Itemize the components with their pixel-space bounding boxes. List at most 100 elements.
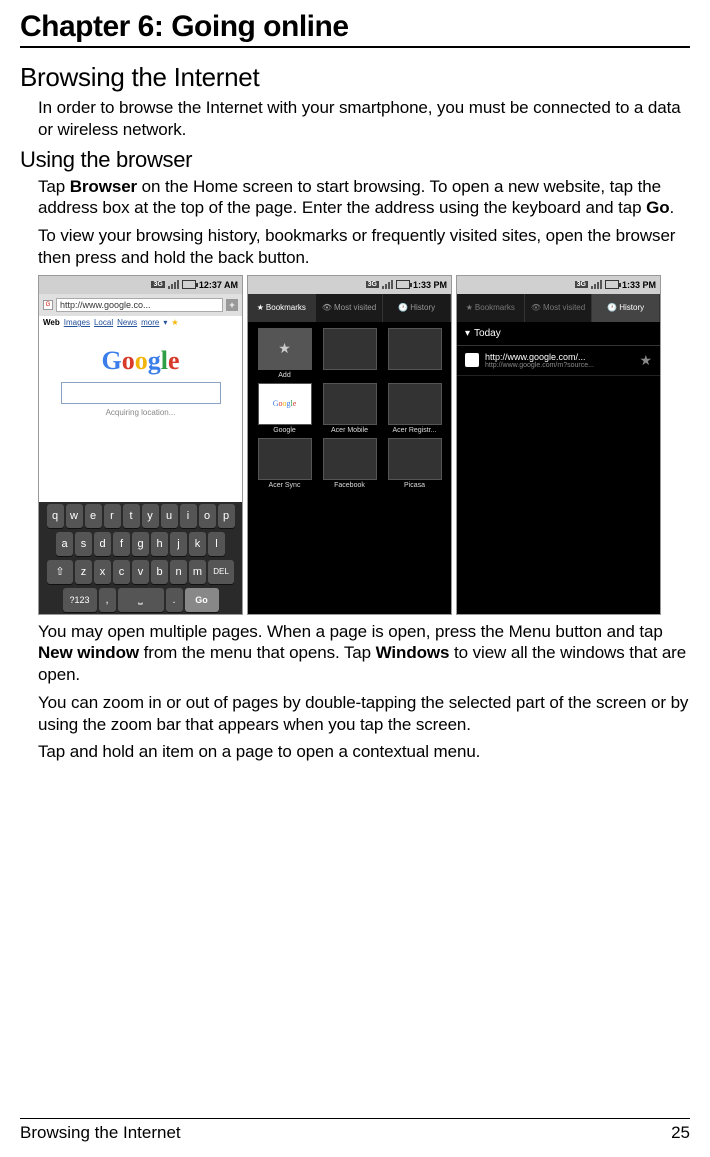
- history-item[interactable]: http://www.google.com/... http://www.goo…: [457, 346, 660, 376]
- key-shift[interactable]: ⇧: [47, 560, 73, 584]
- address-bar[interactable]: G http://www.google.co... +: [39, 294, 242, 316]
- key-w[interactable]: w: [66, 504, 83, 528]
- key-y[interactable]: y: [142, 504, 159, 528]
- key-c[interactable]: c: [113, 560, 130, 584]
- network-3g-icon: 3G: [366, 281, 379, 288]
- statusbar-time: 12:37 AM: [199, 280, 238, 290]
- history-item-url: http://www.google.com/m?source...: [485, 362, 633, 369]
- key-j[interactable]: j: [170, 532, 187, 556]
- bookmark-tile[interactable]: [384, 328, 445, 379]
- key-m[interactable]: m: [189, 560, 206, 584]
- key-t[interactable]: t: [123, 504, 140, 528]
- key-space[interactable]: ⎵: [118, 588, 164, 612]
- bookmark-icon: ★: [466, 303, 473, 312]
- add-bookmark-icon[interactable]: +: [226, 299, 238, 311]
- history-group-today[interactable]: ▾ Today: [457, 322, 660, 346]
- key-d[interactable]: d: [94, 532, 111, 556]
- key-x[interactable]: x: [94, 560, 111, 584]
- favicon-icon: G: [43, 300, 53, 310]
- page-content: Google Acquiring location...: [39, 330, 242, 502]
- battery-icon: [182, 280, 196, 289]
- screenshot-row: 3G 12:37 AM G http://www.google.co... + …: [38, 275, 690, 615]
- footer-section-name: Browsing the Internet: [20, 1123, 181, 1143]
- key-o[interactable]: o: [199, 504, 216, 528]
- paragraph-2: To view your browsing history, bookmarks…: [38, 225, 690, 269]
- paragraph-1: Tap Browser on the Home screen to start …: [38, 176, 690, 220]
- key-i[interactable]: i: [180, 504, 197, 528]
- nav-web[interactable]: Web: [43, 318, 60, 327]
- tab-bookmarks[interactable]: ★Bookmarks: [248, 294, 316, 322]
- key-q[interactable]: q: [47, 504, 64, 528]
- key-l[interactable]: l: [208, 532, 225, 556]
- star-icon[interactable]: ★: [171, 318, 178, 327]
- key-g[interactable]: g: [132, 532, 149, 556]
- bookmark-tile[interactable]: Facebook: [319, 438, 380, 489]
- statusbar-time: 1:33 PM: [413, 280, 447, 290]
- key-h[interactable]: h: [151, 532, 168, 556]
- key-comma[interactable]: ,: [99, 588, 116, 612]
- bookmark-tile[interactable]: Acer Mobile: [319, 383, 380, 434]
- on-screen-keyboard[interactable]: q w e r t y u i o p a s d f g h j k l: [39, 502, 242, 614]
- bookmark-tile-google[interactable]: Google Google: [254, 383, 315, 434]
- paragraph-5: Tap and hold an item on a page to open a…: [38, 741, 690, 763]
- signal-icon: [591, 280, 602, 289]
- add-star-icon: ★: [278, 340, 291, 357]
- nav-images[interactable]: Images: [64, 318, 90, 327]
- nav-local[interactable]: Local: [94, 318, 113, 327]
- key-p[interactable]: p: [218, 504, 235, 528]
- clock-icon: 🕐: [607, 303, 617, 312]
- key-s[interactable]: s: [75, 532, 92, 556]
- key-go[interactable]: Go: [185, 588, 219, 612]
- key-n[interactable]: n: [170, 560, 187, 584]
- url-field[interactable]: http://www.google.co...: [56, 298, 223, 312]
- subsection-heading: Using the browser: [20, 147, 690, 173]
- search-input[interactable]: [61, 382, 221, 404]
- status-bar: 3G 12:37 AM: [39, 276, 242, 294]
- tab-bookmarks[interactable]: ★Bookmarks: [457, 294, 525, 322]
- chapter-title: Chapter 6: Going online: [20, 10, 690, 48]
- key-b[interactable]: b: [151, 560, 168, 584]
- eye-icon: 👁: [322, 303, 332, 312]
- key-v[interactable]: v: [132, 560, 149, 584]
- tab-history[interactable]: 🕐History: [383, 294, 451, 322]
- nav-news[interactable]: News: [117, 318, 137, 327]
- bookmark-star-icon[interactable]: ★: [639, 352, 652, 369]
- key-k[interactable]: k: [189, 532, 206, 556]
- key-delete[interactable]: DEL: [208, 560, 234, 584]
- bookmark-tile-add[interactable]: ★ Add: [254, 328, 315, 379]
- bookmark-tile[interactable]: Acer Sync: [254, 438, 315, 489]
- bookmark-tile[interactable]: [319, 328, 380, 379]
- key-z[interactable]: z: [75, 560, 92, 584]
- key-a[interactable]: a: [56, 532, 73, 556]
- key-symbols[interactable]: ?123: [63, 588, 97, 612]
- site-favicon: [465, 353, 479, 367]
- eye-icon: 👁: [531, 303, 541, 312]
- statusbar-time: 1:33 PM: [622, 280, 656, 290]
- bookmark-icon: ★: [257, 303, 264, 312]
- tab-history[interactable]: 🕐History: [592, 294, 660, 322]
- history-tabs: ★Bookmarks 👁Most visited 🕐History: [457, 294, 660, 322]
- screenshot-bookmarks: 3G 1:33 PM ★Bookmarks 👁Most visited 🕐His…: [247, 275, 452, 615]
- nav-more[interactable]: more: [141, 318, 159, 327]
- bookmarks-grid: ★ Add Google Google Acer Mobile Acer Reg…: [248, 322, 451, 495]
- bookmarks-tabs: ★Bookmarks 👁Most visited 🕐History: [248, 294, 451, 322]
- key-f[interactable]: f: [113, 532, 130, 556]
- key-r[interactable]: r: [104, 504, 121, 528]
- network-3g-icon: 3G: [575, 281, 588, 288]
- key-e[interactable]: e: [85, 504, 102, 528]
- status-bar: 3G 1:33 PM: [248, 276, 451, 294]
- location-status: Acquiring location...: [106, 408, 176, 417]
- page-footer: Browsing the Internet 25: [20, 1118, 690, 1143]
- google-logo: Google: [101, 346, 179, 376]
- bookmark-tile[interactable]: Acer Registr...: [384, 383, 445, 434]
- tab-most-visited[interactable]: 👁Most visited: [525, 294, 593, 322]
- key-u[interactable]: u: [161, 504, 178, 528]
- page-number: 25: [671, 1123, 690, 1143]
- network-3g-icon: 3G: [151, 281, 164, 288]
- battery-icon: [396, 280, 410, 289]
- tab-most-visited[interactable]: 👁Most visited: [316, 294, 384, 322]
- chevron-down-icon: ▾: [465, 328, 470, 339]
- screenshot-browser: 3G 12:37 AM G http://www.google.co... + …: [38, 275, 243, 615]
- bookmark-tile[interactable]: Picasa: [384, 438, 445, 489]
- key-period[interactable]: .: [166, 588, 183, 612]
